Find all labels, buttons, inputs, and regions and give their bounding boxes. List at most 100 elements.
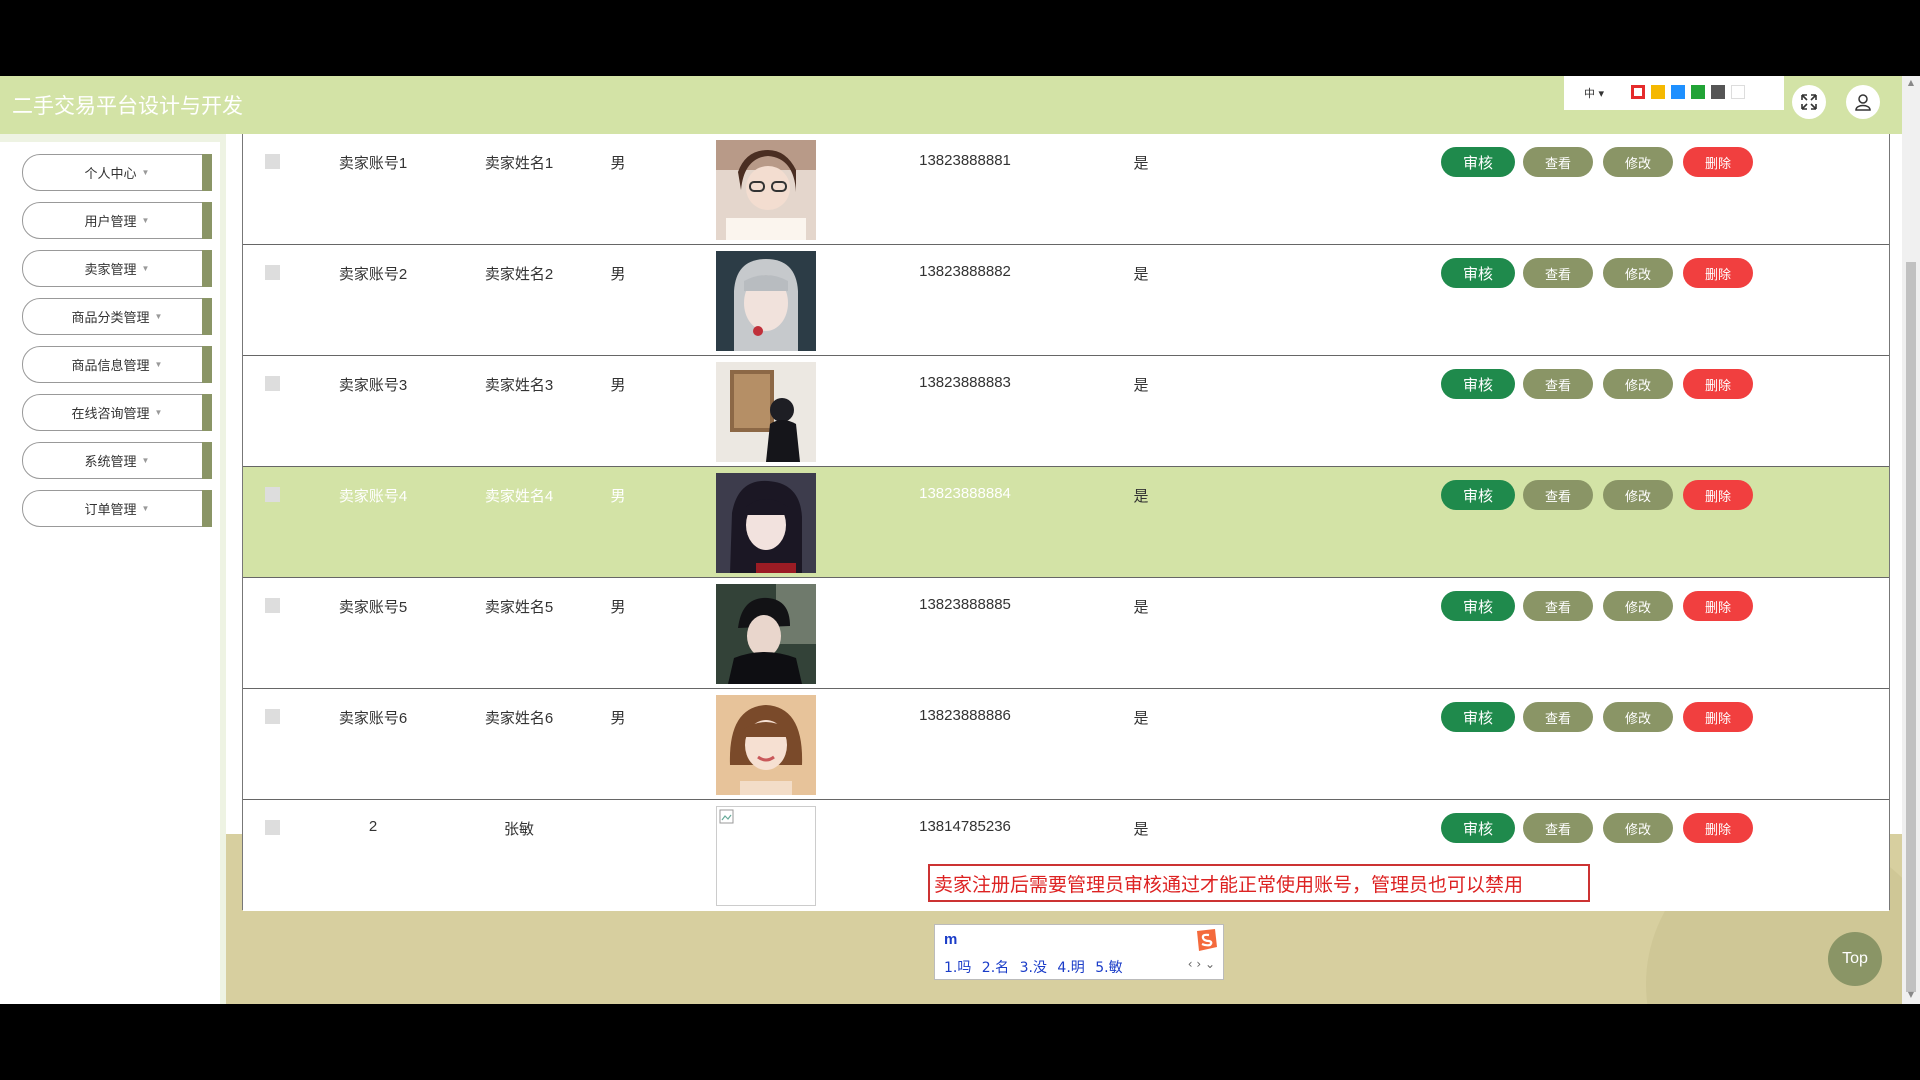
sidebar-item-seller-management[interactable]: 卖家管理 ▼ bbox=[22, 250, 212, 287]
seller-name: 卖家姓名4 bbox=[484, 488, 554, 505]
view-button[interactable]: 查看 bbox=[1523, 591, 1593, 621]
fullscreen-button[interactable] bbox=[1792, 85, 1826, 119]
seller-phone: 13823888883 bbox=[919, 374, 1011, 391]
view-button[interactable]: 查看 bbox=[1523, 702, 1593, 732]
audit-button[interactable]: 审核 bbox=[1441, 480, 1515, 510]
edit-button[interactable]: 修改 bbox=[1603, 591, 1673, 621]
ime-candidates[interactable]: 1.吗 2.名 3.没 4.明 5.敏 bbox=[944, 957, 1123, 977]
edit-button[interactable]: 修改 bbox=[1603, 258, 1673, 288]
row-checkbox[interactable] bbox=[265, 487, 280, 502]
view-button[interactable]: 查看 bbox=[1523, 813, 1593, 843]
seller-account: 卖家账号3 bbox=[338, 377, 408, 394]
seller-phone: 13814785236 bbox=[919, 818, 1011, 835]
seller-gender: 男 bbox=[610, 488, 626, 505]
edit-button[interactable]: 修改 bbox=[1603, 369, 1673, 399]
row-checkbox[interactable] bbox=[265, 598, 280, 613]
scroll-up-icon[interactable]: ▲ bbox=[1906, 78, 1916, 88]
table-row: 卖家账号2 卖家姓名2 男 13823888882 是 审核 查看 修改 删除 bbox=[243, 245, 1889, 356]
browser-viewport: 二手交易平台设计与开发 中 ▾ 个人中心 ▼ 用户管理 ▼ 卖家管理 ▼ 商品分类管理… bbox=[0, 76, 1920, 1004]
seller-account: 卖家账号4 bbox=[338, 488, 408, 505]
delete-button[interactable]: 删除 bbox=[1683, 258, 1753, 288]
delete-button[interactable]: 删除 bbox=[1683, 813, 1753, 843]
row-checkbox[interactable] bbox=[265, 154, 280, 169]
audit-button[interactable]: 审核 bbox=[1441, 369, 1515, 399]
edit-button[interactable]: 修改 bbox=[1603, 813, 1673, 843]
seller-audit-status: 是 bbox=[1133, 266, 1149, 283]
view-button[interactable]: 查看 bbox=[1523, 258, 1593, 288]
sidebar-item-system-management[interactable]: 系统管理 ▼ bbox=[22, 442, 212, 479]
seller-gender: 男 bbox=[610, 377, 626, 394]
row-checkbox[interactable] bbox=[265, 709, 280, 724]
seller-phone: 13823888882 bbox=[919, 263, 1011, 280]
scrollbar-thumb[interactable] bbox=[1906, 262, 1916, 992]
fullscreen-icon bbox=[1801, 94, 1817, 110]
row-checkbox[interactable] bbox=[265, 265, 280, 280]
view-button[interactable]: 查看 bbox=[1523, 147, 1593, 177]
sidebar: 个人中心 ▼ 用户管理 ▼ 卖家管理 ▼ 商品分类管理 ▼ 商品信息管理 ▼ 在线咨询管理… bbox=[0, 134, 226, 1004]
seller-account: 卖家账号1 bbox=[338, 155, 408, 172]
audit-button[interactable]: 审核 bbox=[1441, 147, 1515, 177]
scroll-down-icon[interactable]: ▼ bbox=[1906, 990, 1916, 1000]
caret-down-icon: ▼ bbox=[141, 168, 150, 177]
ime-composition: m bbox=[944, 931, 958, 948]
table-row: 卖家账号5 卖家姓名5 男 13823888885 是 审核 查看 修改 删除 bbox=[243, 578, 1889, 689]
seller-audit-status: 是 bbox=[1133, 710, 1149, 727]
sidebar-item-user-management[interactable]: 用户管理 ▼ bbox=[22, 202, 212, 239]
gray-theme-swatch[interactable] bbox=[1711, 85, 1725, 99]
app-title: 二手交易平台设计与开发 bbox=[12, 94, 243, 118]
audit-button[interactable]: 审核 bbox=[1441, 258, 1515, 288]
user-icon bbox=[1855, 94, 1871, 111]
view-button[interactable]: 查看 bbox=[1523, 369, 1593, 399]
delete-button[interactable]: 删除 bbox=[1683, 480, 1753, 510]
seller-audit-status: 是 bbox=[1133, 155, 1149, 172]
delete-button[interactable]: 删除 bbox=[1683, 147, 1753, 177]
audit-button[interactable]: 审核 bbox=[1441, 813, 1515, 843]
sidebar-item-personal-center[interactable]: 个人中心 ▼ bbox=[22, 154, 212, 191]
delete-button[interactable]: 删除 bbox=[1683, 591, 1753, 621]
delete-button[interactable]: 删除 bbox=[1683, 702, 1753, 732]
table-row: 卖家账号1 卖家姓名1 男 13823888881 是 审核 查看 修改 删除 bbox=[243, 134, 1889, 245]
seller-audit-status: 是 bbox=[1133, 377, 1149, 394]
audit-button[interactable]: 审核 bbox=[1441, 702, 1515, 732]
sidebar-item-category-management[interactable]: 商品分类管理 ▼ bbox=[22, 298, 212, 335]
ime-page-arrows-icon[interactable]: ‹ › ⌄ bbox=[1188, 957, 1215, 971]
yellow-theme-swatch[interactable] bbox=[1651, 85, 1665, 99]
sidebar-item-consult-management[interactable]: 在线咨询管理 ▼ bbox=[22, 394, 212, 431]
table-row: 卖家账号3 卖家姓名3 男 13823888883 是 审核 查看 修改 删除 bbox=[243, 356, 1889, 467]
edit-button[interactable]: 修改 bbox=[1603, 480, 1673, 510]
white-theme-swatch[interactable] bbox=[1731, 85, 1745, 99]
seller-name: 卖家姓名1 bbox=[484, 155, 554, 172]
table-row-highlighted: 卖家账号4 卖家姓名4 男 13823888884 是 审核 查看 修改 删除 bbox=[243, 467, 1889, 578]
edit-button[interactable]: 修改 bbox=[1603, 702, 1673, 732]
seller-photo bbox=[716, 695, 816, 795]
seller-phone: 13823888886 bbox=[919, 707, 1011, 724]
sidebar-item-order-management[interactable]: 订单管理 ▼ bbox=[22, 490, 212, 527]
row-checkbox[interactable] bbox=[265, 820, 280, 835]
seller-name: 卖家姓名6 bbox=[484, 710, 554, 727]
delete-button[interactable]: 删除 bbox=[1683, 369, 1753, 399]
blue-theme-swatch[interactable] bbox=[1671, 85, 1685, 99]
caret-down-icon: ▼ bbox=[141, 504, 150, 513]
seller-photo bbox=[716, 362, 816, 462]
user-menu-button[interactable] bbox=[1846, 85, 1880, 119]
seller-audit-status: 是 bbox=[1133, 488, 1149, 505]
caret-down-icon: ▼ bbox=[154, 408, 163, 417]
row-checkbox[interactable] bbox=[265, 376, 280, 391]
seller-account: 卖家账号5 bbox=[338, 599, 408, 616]
page-scrollbar[interactable]: ▲ ▼ bbox=[1902, 76, 1920, 1004]
table-row: 卖家账号6 卖家姓名6 男 13823888886 是 审核 查看 修改 删除 bbox=[243, 689, 1889, 800]
red-theme-swatch[interactable] bbox=[1631, 85, 1645, 99]
language-select[interactable]: 中 ▾ bbox=[1584, 85, 1604, 101]
sidebar-item-product-management[interactable]: 商品信息管理 ▼ bbox=[22, 346, 212, 383]
seller-name: 卖家姓名3 bbox=[484, 377, 554, 394]
top-header: 二手交易平台设计与开发 中 ▾ bbox=[0, 76, 1902, 134]
caret-down-icon: ▼ bbox=[154, 312, 163, 321]
seller-phone: 13823888881 bbox=[919, 152, 1011, 169]
back-to-top-button[interactable]: Top bbox=[1828, 932, 1882, 986]
audit-button[interactable]: 审核 bbox=[1441, 591, 1515, 621]
green-theme-swatch[interactable] bbox=[1691, 85, 1705, 99]
annotation-text-box[interactable]: 卖家注册后需要管理员审核通过才能正常使用账号，管理员也可以禁用 bbox=[928, 864, 1590, 902]
view-button[interactable]: 查看 bbox=[1523, 480, 1593, 510]
edit-button[interactable]: 修改 bbox=[1603, 147, 1673, 177]
seller-gender: 男 bbox=[610, 155, 626, 172]
